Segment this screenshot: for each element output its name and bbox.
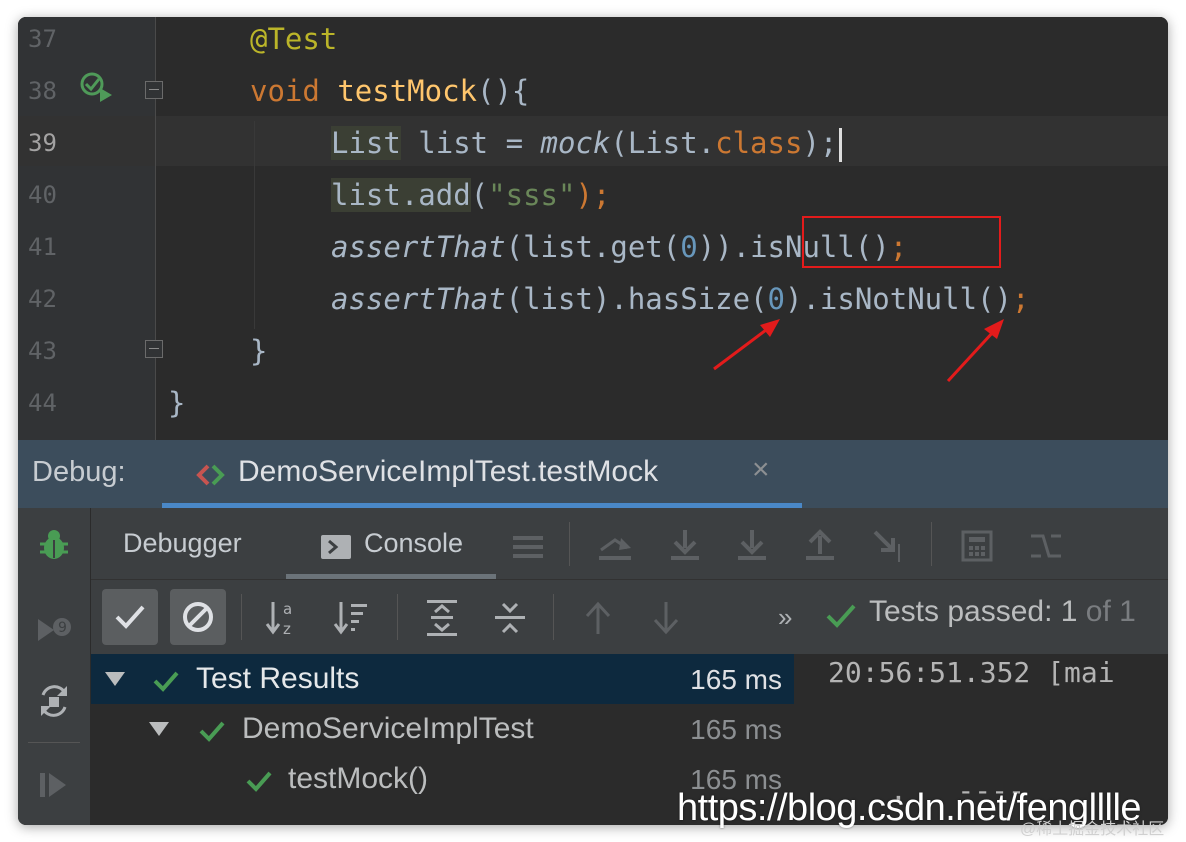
annotation-arrow-icon bbox=[713, 319, 780, 371]
code-line-42: assertThat(list).hasSize(0).isNotNull(); bbox=[331, 282, 1030, 316]
console-line: 20:56:51.352 [mai bbox=[828, 656, 1115, 689]
restart-icon[interactable] bbox=[37, 683, 71, 719]
tree-row-duration: 165 ms bbox=[690, 664, 782, 695]
code-editor[interactable]: 37 38 39 40 41 42 43 44 @Test void testM… bbox=[18, 17, 1168, 440]
tree-row-test-class[interactable]: DemoServiceImplTest 165 ms bbox=[91, 704, 794, 754]
tab-debugger[interactable]: Debugger bbox=[123, 528, 242, 559]
check-icon bbox=[246, 771, 272, 792]
previous-failed-icon[interactable] bbox=[583, 600, 613, 636]
show-execution-point-icon[interactable] bbox=[597, 530, 633, 562]
tree-row-label: testMock() bbox=[288, 762, 429, 795]
ignored-icon bbox=[183, 602, 213, 632]
step-out-icon[interactable] bbox=[804, 528, 836, 562]
line-number: 44 bbox=[28, 389, 57, 417]
step-over-icon[interactable] bbox=[669, 528, 701, 562]
sort-alphabetically-icon[interactable]: a z bbox=[265, 598, 301, 638]
line-number: 37 bbox=[28, 25, 57, 53]
expand-triangle-icon[interactable] bbox=[149, 722, 169, 736]
more-actions-icon[interactable]: » bbox=[778, 602, 792, 633]
fold-marker-icon[interactable] bbox=[145, 340, 163, 358]
code-line-44: } bbox=[168, 386, 186, 420]
code-line-40: list.add("sss"); bbox=[331, 178, 611, 212]
run-test-icon[interactable] bbox=[80, 72, 114, 102]
run-to-cursor-icon[interactable] bbox=[871, 528, 905, 564]
line-number: 41 bbox=[28, 233, 57, 261]
tests-passed-status: Tests passed: 1 of 1 bbox=[869, 595, 1136, 628]
svg-text:9: 9 bbox=[58, 620, 67, 636]
line-number: 42 bbox=[28, 285, 57, 313]
debug-tab-label[interactable]: DemoServiceImplTest.testMock bbox=[238, 455, 658, 489]
line-number: 43 bbox=[28, 337, 57, 365]
step-into-icon[interactable] bbox=[736, 528, 768, 562]
test-runner-toolbar: a z » Tests passed: 1 of 1 bbox=[91, 580, 1168, 654]
toolbar-separator bbox=[241, 594, 242, 640]
indent-guide bbox=[254, 121, 255, 329]
tree-row-label: Test Results bbox=[196, 662, 360, 695]
code-line-43: } bbox=[250, 334, 268, 368]
trace-stream-icon[interactable] bbox=[1029, 530, 1063, 562]
fold-marker-icon[interactable] bbox=[145, 81, 163, 99]
text-caret bbox=[839, 128, 843, 162]
debug-toolbar: Debugger Console bbox=[91, 508, 1168, 580]
code-line-37: @Test bbox=[250, 22, 338, 56]
line-number: 38 bbox=[28, 77, 57, 105]
bug-icon[interactable] bbox=[37, 528, 71, 562]
active-subtab-indicator bbox=[286, 574, 496, 579]
show-ignored-button[interactable] bbox=[170, 589, 226, 645]
tree-row-label: DemoServiceImplTest bbox=[242, 712, 534, 745]
tab-console[interactable]: Console bbox=[364, 528, 463, 559]
debug-side-toolbar: 9 bbox=[18, 508, 90, 825]
close-icon[interactable]: × bbox=[752, 453, 770, 487]
next-failed-icon[interactable] bbox=[651, 600, 681, 636]
debug-tool-window-header: Debug: DemoServiceImplTest.testMock × bbox=[18, 440, 1168, 508]
watermark-site: @稀土掘金技术社区 bbox=[1020, 821, 1165, 838]
frames-icon[interactable] bbox=[511, 533, 545, 561]
console-icon bbox=[321, 535, 351, 559]
sort-by-duration-icon[interactable] bbox=[333, 598, 369, 638]
code-line-39: List list = mock(List.class); bbox=[331, 121, 843, 173]
tree-row-test-results[interactable]: Test Results 165 ms bbox=[91, 654, 794, 704]
svg-text:z: z bbox=[283, 620, 291, 638]
annotation-arrow-icon bbox=[946, 319, 1004, 383]
strip-divider bbox=[28, 742, 80, 743]
toolbar-separator bbox=[569, 522, 570, 566]
highlight-box bbox=[802, 216, 1001, 268]
line-number: 39 bbox=[28, 129, 57, 157]
tree-row-duration: 165 ms bbox=[690, 714, 782, 745]
collapse-all-icon[interactable] bbox=[493, 598, 527, 638]
svg-text:a: a bbox=[283, 600, 292, 618]
resume-icon[interactable] bbox=[38, 770, 70, 800]
check-icon bbox=[153, 671, 179, 692]
expand-triangle-icon[interactable] bbox=[105, 672, 125, 686]
ide-window: 37 38 39 40 41 42 43 44 @Test void testM… bbox=[18, 17, 1168, 825]
show-passed-button[interactable] bbox=[102, 589, 158, 645]
check-icon bbox=[199, 721, 225, 742]
check-icon bbox=[826, 604, 856, 628]
evaluate-expression-icon[interactable] bbox=[961, 530, 993, 562]
debug-title: Debug: bbox=[32, 456, 126, 488]
test-run-icon bbox=[196, 464, 225, 486]
toolbar-separator bbox=[931, 522, 932, 566]
toolbar-separator bbox=[553, 594, 554, 640]
toolbar-separator bbox=[397, 594, 398, 640]
line-number: 40 bbox=[28, 181, 57, 209]
check-icon bbox=[115, 605, 145, 629]
code-line-38: void testMock(){ bbox=[250, 74, 530, 108]
expand-all-icon[interactable] bbox=[425, 598, 459, 638]
rerun-failed-icon[interactable]: 9 bbox=[34, 613, 74, 647]
